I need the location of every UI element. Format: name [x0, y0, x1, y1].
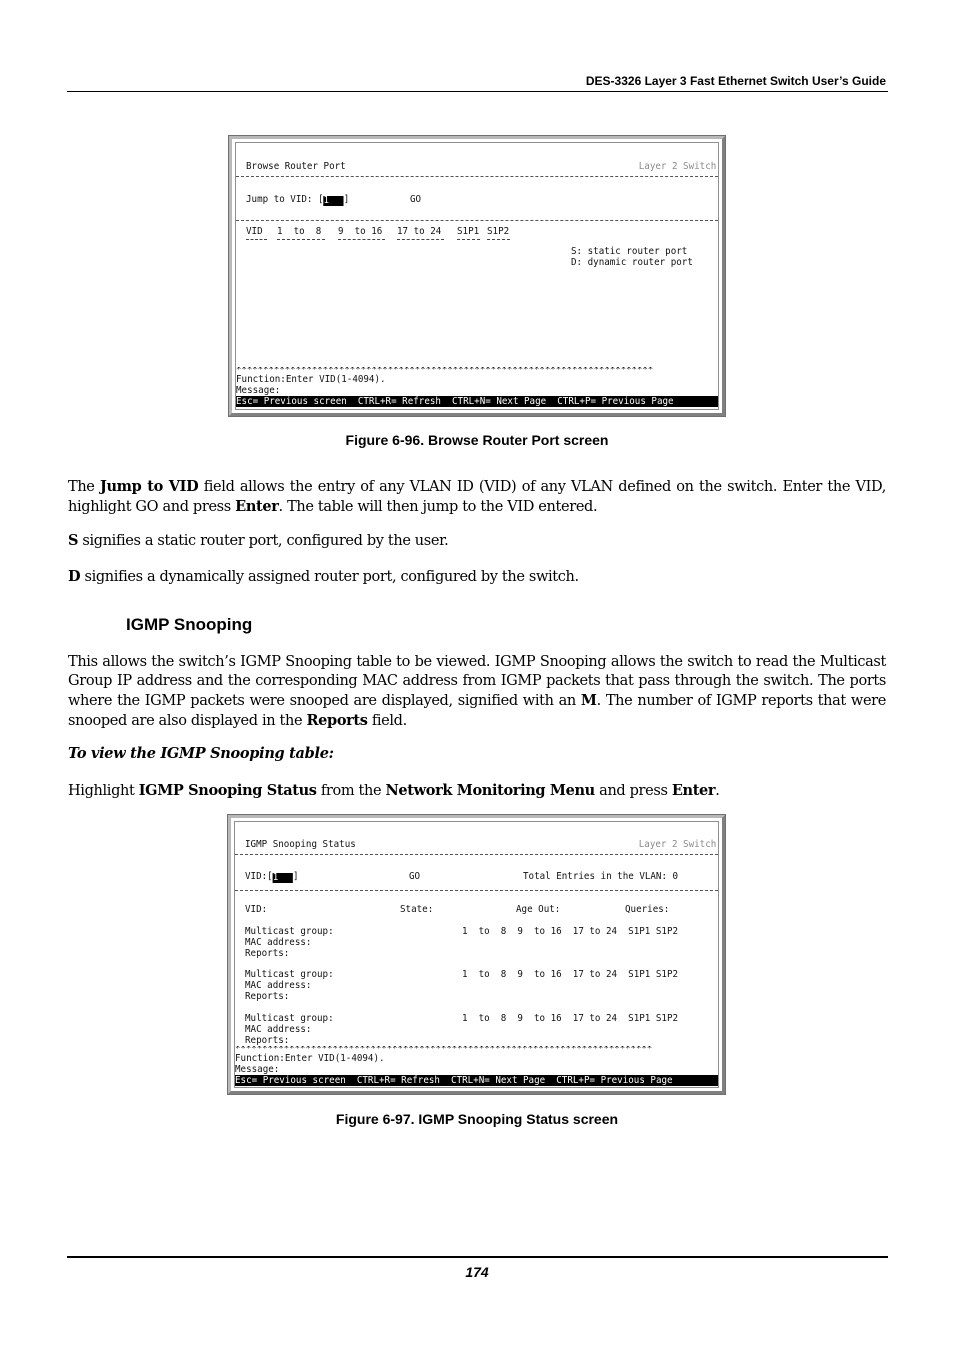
jump-to-vid-label: Jump to VID: [ — [246, 194, 324, 205]
text: The — [68, 479, 100, 495]
bracket: ] — [343, 194, 350, 205]
running-header: DES-3326 Layer 3 Fast Ethernet Switch Us… — [585, 74, 886, 88]
col-ports-17-24: 17 to 24 — [397, 226, 442, 237]
text: . The table will then jump to the VID en… — [278, 499, 598, 515]
header-rule — [67, 91, 888, 92]
section-title: IGMP Snooping — [126, 615, 253, 634]
text: from the — [316, 783, 386, 799]
text: and press — [594, 783, 672, 799]
vid-label: VID:[ — [245, 871, 273, 882]
underline — [277, 239, 325, 240]
jump-to-vid-field[interactable]: Jump to VID: [1] — [246, 194, 349, 206]
function-line: Function:Enter VID(1-4094). — [236, 374, 386, 385]
divider — [235, 890, 718, 891]
mac-address-label: MAC address: — [245, 1024, 312, 1035]
reports-label: Reports: — [245, 1035, 290, 1046]
text: Highlight — [68, 783, 139, 799]
mac-address-label: MAC address: — [245, 980, 312, 991]
figure-caption: Figure 6-96. Browse Router Port screen — [345, 432, 609, 448]
message-line: Message: — [236, 385, 281, 396]
col-s1p2: S1P2 — [487, 226, 510, 237]
procedure-heading: To view the IGMP Snooping table: — [68, 745, 334, 762]
screen-title: Browse Router Port — [246, 161, 346, 172]
multicast-group-label: Multicast group: — [245, 926, 334, 937]
state-heading: State: — [400, 904, 434, 915]
divider — [236, 220, 718, 221]
text: signifies a static router port, configur… — [78, 533, 449, 549]
separator-stars: ****************************************… — [236, 367, 654, 373]
igmp-snooping-status-screen: IGMP Snooping Status Layer 2 Switch VID:… — [227, 814, 726, 1095]
vid-input[interactable]: 1 — [272, 873, 293, 883]
legend-static: S: static router port — [571, 246, 688, 257]
vid-input[interactable]: 1 — [323, 196, 344, 206]
key-help-text: Esc= Previous screen CTRL+R= Refresh CTR… — [235, 1075, 673, 1086]
text: . — [715, 783, 720, 799]
paragraph-igmp: This allows the switch’s IGMP Snooping t… — [68, 653, 886, 731]
bold-term: M — [580, 692, 597, 709]
message-line: Message: — [235, 1064, 280, 1075]
bold-term: Enter — [235, 498, 279, 515]
port-columns: 1 to 8 9 to 16 17 to 24 S1P1 S1P2 — [462, 969, 679, 980]
footer-rule — [67, 1256, 888, 1258]
vid-heading: VID: — [245, 904, 268, 915]
multicast-group-label: Multicast group: — [245, 969, 334, 980]
underline — [246, 239, 267, 240]
key-help-bar: Esc= Previous screen CTRL+R= Refresh CTR… — [235, 1075, 718, 1086]
paragraph-static: S signifies a static router port, config… — [68, 531, 886, 551]
bold-term: S — [68, 532, 79, 549]
col-s1p1: S1P1 — [457, 226, 480, 237]
switch-mode-label: Layer 2 Switch — [638, 161, 716, 172]
browse-router-port-screen: Browse Router Port Layer 2 Switch Jump t… — [228, 135, 726, 417]
key-help-text: Esc= Previous screen CTRL+R= Refresh CTR… — [236, 396, 674, 407]
page-number: 174 — [465, 1264, 489, 1280]
port-columns: 1 to 8 9 to 16 17 to 24 S1P1 S1P2 — [462, 926, 679, 937]
vid-field[interactable]: VID:[1] — [245, 871, 298, 883]
divider — [236, 176, 718, 177]
reports-label: Reports: — [245, 991, 290, 1002]
go-button[interactable]: GO — [409, 871, 420, 882]
bold-term: Reports — [306, 712, 368, 729]
mac-address-label: MAC address: — [245, 937, 312, 948]
col-vid: VID — [246, 226, 263, 237]
col-ports-1-8: 1 to 8 — [277, 226, 322, 237]
bold-term: Enter — [671, 782, 716, 799]
text: signifies a dynamically assigned router … — [80, 569, 579, 585]
paragraph-jump-to-vid: The Jump to VID field allows the entry o… — [68, 477, 886, 517]
bold-term: Network Monitoring Menu — [385, 782, 595, 799]
bold-term: IGMP Snooping Status — [138, 782, 317, 799]
separator-stars: ****************************************… — [235, 1046, 653, 1052]
legend-dynamic: D: dynamic router port — [571, 257, 693, 268]
bold-term: Jump to VID — [99, 478, 199, 495]
go-button[interactable]: GO — [410, 194, 421, 205]
switch-mode-label: Layer 2 Switch — [638, 839, 716, 850]
underline — [338, 239, 385, 240]
port-columns: 1 to 8 9 to 16 17 to 24 S1P1 S1P2 — [462, 1013, 679, 1024]
reports-label: Reports: — [245, 948, 290, 959]
figure-caption: Figure 6-97. IGMP Snooping Status screen — [335, 1111, 619, 1127]
total-entries: Total Entries in the VLAN: 0 — [523, 871, 679, 882]
paragraph-instructions: Highlight IGMP Snooping Status from the … — [68, 781, 886, 801]
col-ports-9-16: 9 to 16 — [338, 226, 383, 237]
multicast-group-label: Multicast group: — [245, 1013, 334, 1024]
function-line: Function:Enter VID(1-4094). — [235, 1053, 385, 1064]
key-help-bar: Esc= Previous screen CTRL+R= Refresh CTR… — [236, 396, 718, 407]
bracket: ] — [292, 871, 299, 882]
divider — [235, 854, 718, 855]
underline — [457, 239, 480, 240]
age-out-heading: Age Out: — [516, 904, 561, 915]
screen-title: IGMP Snooping Status — [245, 839, 356, 850]
queries-heading: Queries: — [625, 904, 670, 915]
underline — [397, 239, 444, 240]
bold-term: D — [68, 568, 81, 585]
text: field. — [367, 713, 407, 729]
underline — [487, 239, 510, 240]
paragraph-dynamic: D signifies a dynamically assigned route… — [68, 567, 886, 587]
